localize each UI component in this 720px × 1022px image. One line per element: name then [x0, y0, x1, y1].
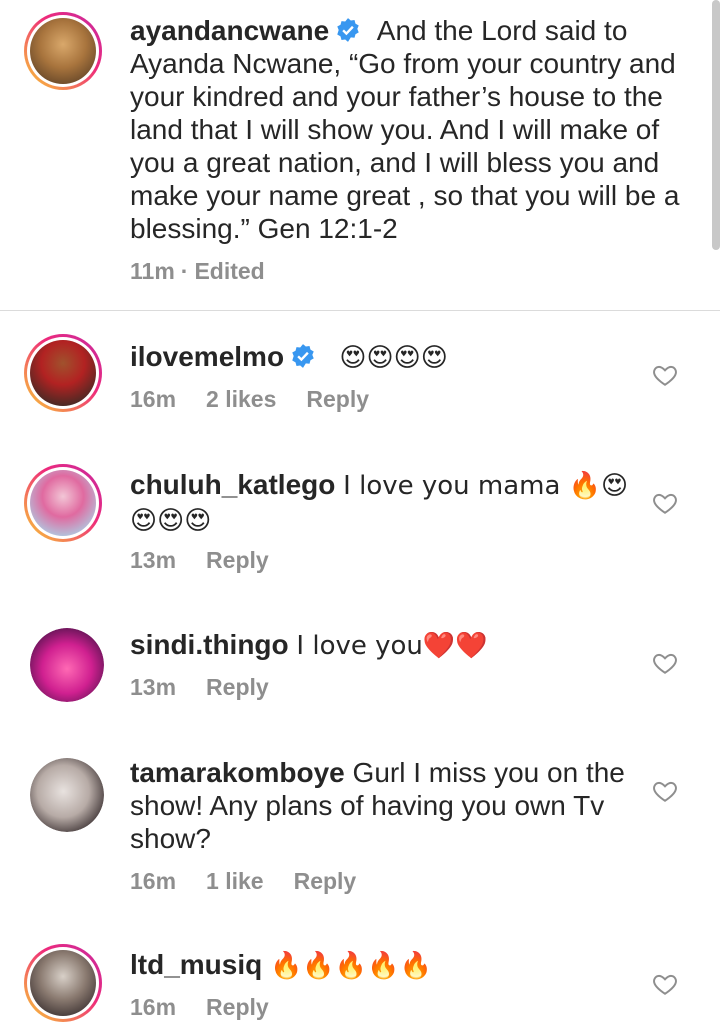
- avatar-chuluh-katlego[interactable]: [24, 464, 102, 542]
- caption-line1: And the Lord said to: [376, 15, 628, 46]
- caption-edited[interactable]: Edited: [194, 258, 264, 284]
- heart-outline-icon[interactable]: [652, 490, 678, 516]
- comment-body: I love you❤️❤️: [296, 631, 488, 661]
- comment-text: chuluh_katlego I love you mama 🔥😍 😍😍😍: [130, 468, 630, 538]
- comment-meta: 16m 1 like Reply: [130, 868, 386, 895]
- heart-outline-icon[interactable]: [652, 778, 678, 804]
- heart-outline-icon[interactable]: [652, 971, 678, 997]
- comment-meta: 13m Reply: [130, 674, 299, 701]
- comment-time: 16m: [130, 386, 177, 412]
- comment-username[interactable]: ltd_musiq: [130, 949, 262, 980]
- comment-body-line2: 😍😍😍: [130, 506, 212, 536]
- reply-button[interactable]: Reply: [206, 994, 269, 1020]
- comment-time: 13m: [130, 547, 177, 573]
- caption-text: ayandancwane And the Lord said to Ayanda…: [130, 14, 690, 245]
- comment-meta: 16m 2 likes Reply: [130, 386, 399, 413]
- comment-username[interactable]: sindi.thingo: [130, 629, 289, 660]
- post-caption: ayandancwane And the Lord said to Ayanda…: [0, 0, 720, 311]
- comment-likes[interactable]: 1 like: [206, 868, 264, 894]
- comment-time: 16m: [130, 868, 177, 894]
- avatar-sindi-thingo[interactable]: [30, 628, 104, 702]
- avatar-ayandancwane[interactable]: [24, 12, 102, 90]
- caption-meta: 11m · Edited: [130, 258, 295, 285]
- comment-username[interactable]: tamarakomboye: [130, 757, 345, 788]
- caption-body: Ayanda Ncwane, “Go from your country and…: [130, 48, 680, 244]
- caption-separator: ·: [180, 258, 189, 284]
- scrollbar[interactable]: [712, 0, 720, 250]
- comment-meta: 13m Reply: [130, 547, 299, 574]
- caption-time: 11m: [130, 258, 175, 284]
- reply-button[interactable]: Reply: [206, 674, 269, 700]
- reply-button[interactable]: Reply: [206, 547, 269, 573]
- reply-button[interactable]: Reply: [294, 868, 357, 894]
- comment-likes[interactable]: 2 likes: [206, 386, 276, 412]
- comment-text: ilovemelmo 😍😍😍😍: [130, 340, 448, 375]
- comment-time: 13m: [130, 674, 177, 700]
- comment-username[interactable]: chuluh_katlego: [130, 469, 335, 500]
- comment-body: 🔥🔥🔥🔥🔥: [270, 951, 432, 981]
- verified-badge-icon: [337, 18, 359, 42]
- avatar-ilovemelmo[interactable]: [24, 334, 102, 412]
- comment-body: I love you mama 🔥😍: [343, 471, 629, 501]
- comment-text: sindi.thingo I love you❤️❤️: [130, 628, 488, 663]
- heart-outline-icon[interactable]: [652, 362, 678, 388]
- comment-time: 16m: [130, 994, 177, 1020]
- comment-text: ltd_musiq 🔥🔥🔥🔥🔥: [130, 948, 432, 983]
- caption-username[interactable]: ayandancwane: [130, 15, 329, 46]
- comment-text: tamarakomboye Gurl I miss you on the sho…: [130, 756, 630, 855]
- comment-username[interactable]: ilovemelmo: [130, 341, 284, 372]
- reply-button[interactable]: Reply: [306, 386, 369, 412]
- avatar-tamarakomboye[interactable]: [30, 758, 104, 832]
- avatar-ltd-musiq[interactable]: [24, 944, 102, 1022]
- heart-outline-icon[interactable]: [652, 650, 678, 676]
- comment-body: 😍😍😍😍: [339, 343, 448, 373]
- verified-badge-icon: [292, 344, 314, 368]
- comment-meta: 16m Reply: [130, 994, 299, 1021]
